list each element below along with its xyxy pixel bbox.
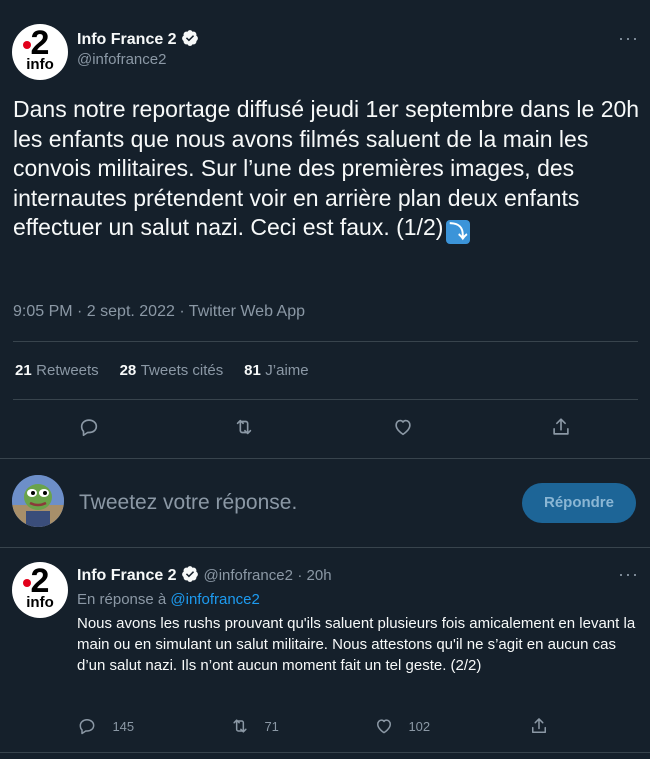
in-reply-handle[interactable]: @infofrance2 <box>170 591 259 608</box>
avatar-label: info <box>26 56 54 73</box>
pepe-avatar-icon <box>12 475 64 527</box>
retweets-count: 21 <box>15 362 32 379</box>
like-icon[interactable] <box>392 416 414 438</box>
avatar-label: info <box>26 594 54 611</box>
in-reply-to: En réponse à @infofrance2 <box>77 591 260 608</box>
tweet-body: Dans notre reportage diffusé jeudi 1er s… <box>13 96 640 241</box>
quotes-count: 28 <box>119 362 137 379</box>
user-avatar[interactable] <box>12 475 64 527</box>
retweet-count: 71 <box>264 719 279 734</box>
verified-badge-icon <box>182 30 198 46</box>
author-info: Info France 2 @infofrance2 <box>77 29 199 68</box>
reply-input[interactable]: Tweetez votre réponse. <box>79 491 297 515</box>
likes-count: 81 <box>244 362 261 379</box>
tweet-text: Dans notre reportage diffusé jeudi 1er s… <box>13 95 643 245</box>
reply-age[interactable]: · 20h <box>297 567 331 584</box>
reply-author-avatar[interactable]: 2 info <box>12 562 68 618</box>
verified-badge-icon <box>182 566 198 582</box>
reply-count: 145 <box>112 719 135 734</box>
reply-button[interactable]: Répondre <box>522 483 636 523</box>
reply-icon[interactable] <box>78 416 100 438</box>
reply-comment-action[interactable]: 145 <box>77 716 134 736</box>
author-handle[interactable]: @infofrance2 <box>77 51 199 68</box>
avatar-number: 2 <box>30 562 50 600</box>
likes-label: J’aime <box>265 362 309 379</box>
stats-row: 21 Retweets 28 Tweets cités 81 J’aime <box>15 362 309 380</box>
divider <box>0 458 650 459</box>
reply-text: Nous avons les rushs prouvant qu'ils sal… <box>77 615 636 674</box>
divider <box>0 547 650 548</box>
more-options-icon[interactable]: ··· <box>618 28 639 49</box>
arrow-down-right-emoji-icon: ⤵ <box>446 220 471 245</box>
reply-like-action[interactable]: 102 <box>374 716 430 736</box>
divider <box>13 399 638 400</box>
in-reply-prefix: En réponse à <box>77 591 167 608</box>
author-name[interactable]: Info France 2 <box>77 31 177 48</box>
retweet-icon <box>233 719 247 733</box>
author-avatar[interactable]: 2 info <box>12 24 68 80</box>
reply-retweet-action[interactable]: 71 <box>230 716 279 736</box>
share-icon <box>532 718 546 733</box>
reply-author-handle[interactable]: @infofrance2 <box>203 567 292 584</box>
quotes-stat[interactable]: 28 Tweets cités <box>120 362 228 379</box>
like-icon <box>377 719 391 734</box>
share-icon[interactable] <box>550 416 572 438</box>
divider <box>0 752 650 753</box>
reply-more-options-icon[interactable]: ··· <box>618 564 639 585</box>
divider <box>13 341 638 342</box>
likes-stat[interactable]: 81 J’aime <box>244 362 309 379</box>
tweet-timestamp[interactable]: 9:05 PM · 2 sept. 2022 · Twitter Web App <box>13 303 305 321</box>
retweets-label: Retweets <box>36 362 99 379</box>
reply-author-info: Info France 2 @infofrance2 · 20h <box>77 565 332 585</box>
reply-icon <box>79 719 95 735</box>
reply-share-action[interactable] <box>529 716 549 736</box>
avatar-number: 2 <box>30 24 50 62</box>
quotes-label: Tweets cités <box>140 362 224 379</box>
retweet-icon[interactable] <box>233 416 255 438</box>
like-count: 102 <box>408 719 431 734</box>
reply-author-name[interactable]: Info France 2 <box>77 567 177 584</box>
retweets-stat[interactable]: 21 Retweets <box>15 362 103 379</box>
